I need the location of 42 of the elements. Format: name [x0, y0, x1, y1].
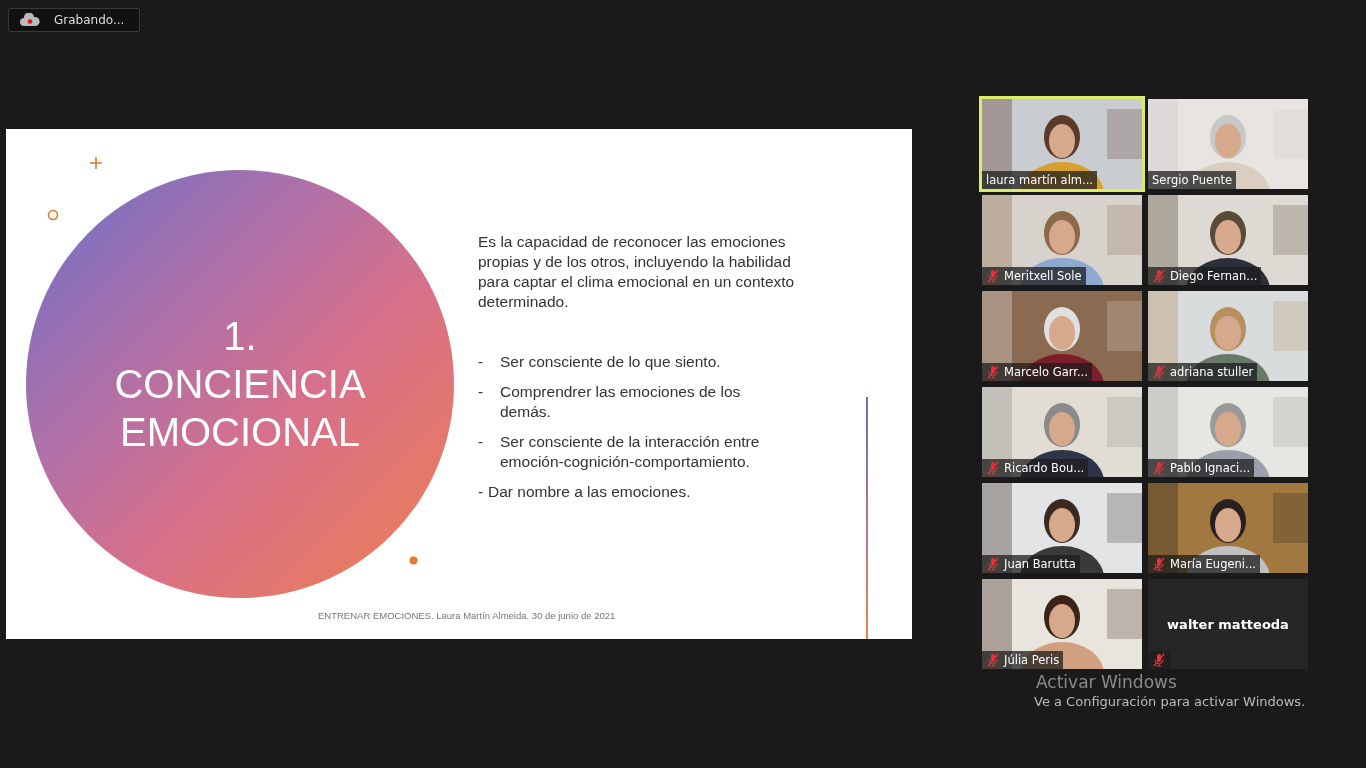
bullet-marker: -	[478, 352, 485, 372]
participant-name: Diego Fernan...	[1170, 269, 1258, 283]
bullet-text: Comprendrer las emociones de los demás.	[500, 382, 742, 422]
slide-title: 1.	[223, 313, 257, 360]
participant-name: Juan Barutta	[1004, 557, 1076, 571]
bullet-marker: -	[478, 482, 485, 502]
participant-name: Sergio Puente	[1152, 173, 1233, 187]
participant-name: Meritxell Sole	[1004, 269, 1082, 283]
participant-tile[interactable]: walter matteoda	[1148, 579, 1308, 669]
participant-tile[interactable]: Marcelo Garr...	[982, 291, 1142, 381]
recording-label: Grabando...	[54, 13, 125, 27]
bullet-text: Ser consciente de lo que siento.	[500, 352, 721, 372]
participant-tile[interactable]: Diego Fernan...	[1148, 195, 1308, 285]
participant-name: Júlia Peris	[1004, 653, 1060, 667]
slide-footer: ENTRENAR EMOCIONES. Laura Martín Almeida. 30 de junio de 2021	[318, 610, 616, 621]
slide-paragraph: Es la capacidad de reconocer las emociones propias y de los otros, incluyendo la habilidad para captar el clima emocional en un contexto determinado.	[478, 232, 796, 312]
participant-tile[interactable]: Meritxell Sole	[982, 195, 1142, 285]
slide-title: CONCIENCIA	[114, 361, 366, 408]
bullet-marker: -	[478, 432, 485, 452]
participant-tile[interactable]: Júlia Peris	[982, 579, 1142, 669]
participant-name: Pablo Ignaci...	[1170, 461, 1251, 475]
bullet-marker: -	[478, 382, 485, 402]
participant-tile[interactable]: adriana stuller	[1148, 291, 1308, 381]
dot-icon	[409, 556, 418, 565]
participant-name: María Eugeni...	[1170, 557, 1256, 571]
participant-name: Ricardo Bou...	[1004, 461, 1085, 475]
participant-name: laura martín alm...	[986, 173, 1093, 187]
slide-title: EMOCIONAL	[119, 409, 360, 456]
activation-message: Ve a Configuración para activar Windows.	[1034, 694, 1306, 709]
bullet-text: Ser consciente de la interacción entre emoción-cognición-comportamiento.	[500, 432, 761, 472]
participant-tile[interactable]: Pablo Ignaci...	[1148, 387, 1308, 477]
cloud-recording-icon	[20, 13, 40, 27]
activation-title: Activar Windows	[1036, 672, 1178, 692]
participant-tile[interactable]: María Eugeni...	[1148, 483, 1308, 573]
participant-tile[interactable]: Sergio Puente	[1148, 99, 1308, 189]
participant-name: walter matteoda	[1167, 616, 1289, 632]
participant-name: Marcelo Garr...	[1004, 365, 1088, 379]
participant-tile[interactable]: Juan Barutta	[982, 483, 1142, 573]
participant-name: adriana stuller	[1170, 365, 1254, 379]
bullet-text: Dar nombre a las emociones.	[488, 482, 691, 502]
participant-tile[interactable]: Ricardo Bou...	[982, 387, 1142, 477]
participant-tile[interactable]: laura martín alm...	[982, 99, 1142, 189]
